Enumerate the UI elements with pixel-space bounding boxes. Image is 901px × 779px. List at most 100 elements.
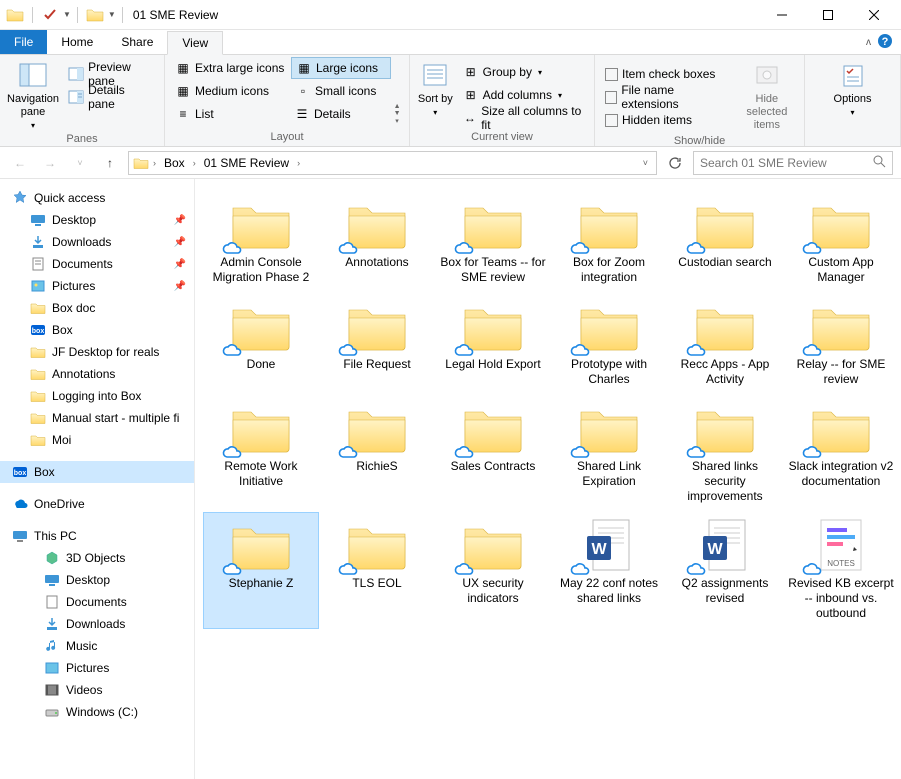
layout-expand[interactable]: ▾: [395, 117, 399, 125]
sidebar-cdrive[interactable]: Windows (C:): [0, 701, 194, 723]
file-item[interactable]: File Request: [319, 293, 435, 395]
file-item[interactable]: Remote Work Initiative: [203, 395, 319, 512]
sidebar-annotations[interactable]: Annotations: [0, 363, 194, 385]
details-pane-button[interactable]: Details pane: [64, 86, 158, 108]
file-item[interactable]: Annotations: [319, 191, 435, 293]
file-name: TLS EOL: [352, 576, 401, 591]
layout-small[interactable]: ▫Small icons: [291, 80, 391, 102]
tab-view[interactable]: View: [167, 31, 223, 55]
sidebar-documents[interactable]: Documents📌: [0, 253, 194, 275]
file-item[interactable]: WQ2 assignments revised: [667, 512, 783, 629]
sidebar-quick-access[interactable]: Quick access: [0, 187, 194, 209]
folder-icon: [341, 297, 413, 357]
layout-scroll-down[interactable]: ▼: [394, 110, 401, 117]
file-item[interactable]: Recc Apps - App Activity: [667, 293, 783, 395]
sidebar-boxdrive[interactable]: boxBox: [0, 461, 194, 483]
sidebar-downloads2[interactable]: Downloads: [0, 613, 194, 635]
file-item[interactable]: TLS EOL: [319, 512, 435, 629]
size-columns-button[interactable]: ↔Size all columns to fit: [459, 107, 588, 129]
sidebar: Quick access Desktop📌 Downloads📌 Documen…: [0, 179, 195, 779]
item-checkboxes-toggle[interactable]: Item check boxes: [601, 63, 732, 85]
file-item[interactable]: Box for Teams -- for SME review: [435, 191, 551, 293]
file-extensions-toggle[interactable]: File name extensions: [601, 86, 732, 108]
file-item[interactable]: Shared links security improvements: [667, 395, 783, 512]
file-name: Box for Zoom integration: [554, 255, 664, 285]
search-input[interactable]: Search 01 SME Review: [693, 151, 893, 175]
file-item[interactable]: WMay 22 conf notes shared links: [551, 512, 667, 629]
file-item[interactable]: Legal Hold Export: [435, 293, 551, 395]
add-columns-button[interactable]: ⊞Add columns▾: [459, 84, 588, 106]
nav-up-button[interactable]: ↑: [98, 151, 122, 175]
file-item[interactable]: RichieS: [319, 395, 435, 512]
minimize-button[interactable]: [759, 0, 805, 30]
sidebar-desktop2[interactable]: Desktop: [0, 569, 194, 591]
sort-by-button[interactable]: Sort by▾: [416, 59, 455, 129]
file-item[interactable]: Box for Zoom integration: [551, 191, 667, 293]
ribbon-collapse-icon[interactable]: ʌ: [866, 37, 871, 48]
layout-details[interactable]: ☰Details: [290, 103, 389, 125]
navigation-pane-button[interactable]: Navigation pane ▾: [6, 59, 60, 131]
hide-selected-button[interactable]: Hide selected items: [736, 59, 798, 133]
file-name: Sales Contracts: [451, 459, 536, 474]
tab-file[interactable]: File: [0, 30, 47, 54]
sidebar-box[interactable]: boxBox: [0, 319, 194, 341]
refresh-button[interactable]: [663, 151, 687, 175]
options-button[interactable]: Options▾: [825, 59, 880, 129]
sidebar-thispc[interactable]: This PC: [0, 525, 194, 547]
tab-share[interactable]: Share: [107, 30, 167, 54]
sidebar-3dobjects[interactable]: 3D Objects: [0, 547, 194, 569]
tab-home[interactable]: Home: [47, 30, 107, 54]
layout-list[interactable]: ≡List: [171, 103, 288, 125]
file-item[interactable]: Custodian search: [667, 191, 783, 293]
file-item[interactable]: NOTESRevised KB excerpt -- inbound vs. o…: [783, 512, 899, 629]
chevron-right-icon[interactable]: ›: [151, 158, 158, 168]
sidebar-manual[interactable]: Manual start - multiple fi: [0, 407, 194, 429]
crumb-box[interactable]: Box: [160, 156, 189, 170]
file-item[interactable]: Custom App Manager: [783, 191, 899, 293]
nav-back-button[interactable]: ←: [8, 151, 32, 175]
nav-forward-button[interactable]: →: [38, 151, 62, 175]
sidebar-pictures2[interactable]: Pictures: [0, 657, 194, 679]
close-button[interactable]: [851, 0, 897, 30]
download-icon: [30, 234, 46, 250]
crumb-leaf[interactable]: 01 SME Review: [200, 156, 293, 170]
sidebar-videos[interactable]: Videos: [0, 679, 194, 701]
file-item[interactable]: UX security indicators: [435, 512, 551, 629]
group-by-button[interactable]: ⊞Group by▾: [459, 61, 588, 83]
file-item[interactable]: Relay -- for SME review: [783, 293, 899, 395]
file-item[interactable]: Shared Link Expiration: [551, 395, 667, 512]
nav-history-button[interactable]: ˅: [68, 151, 92, 175]
chevron-right-icon[interactable]: ›: [295, 158, 302, 168]
document-icon: [30, 256, 46, 272]
sidebar-logging[interactable]: Logging into Box: [0, 385, 194, 407]
layout-large[interactable]: ▦Large icons: [291, 57, 391, 79]
sidebar-desktop[interactable]: Desktop📌: [0, 209, 194, 231]
file-item[interactable]: Done: [203, 293, 319, 395]
file-item[interactable]: Sales Contracts: [435, 395, 551, 512]
sidebar-pictures[interactable]: Pictures📌: [0, 275, 194, 297]
maximize-button[interactable]: [805, 0, 851, 30]
folder-icon: [457, 399, 529, 459]
file-name: File Request: [343, 357, 410, 372]
sidebar-downloads[interactable]: Downloads📌: [0, 231, 194, 253]
breadcrumb[interactable]: › Box › 01 SME Review › ˅: [128, 151, 657, 175]
file-item[interactable]: Admin Console Migration Phase 2: [203, 191, 319, 293]
sidebar-music[interactable]: Music: [0, 635, 194, 657]
file-item[interactable]: Slack integration v2 documentation: [783, 395, 899, 512]
sidebar-documents2[interactable]: Documents: [0, 591, 194, 613]
layout-scroll-up[interactable]: ▲: [394, 103, 401, 110]
layout-extra-large[interactable]: ▦Extra large icons: [171, 57, 289, 79]
breadcrumb-dropdown[interactable]: ˅: [643, 158, 652, 168]
help-icon[interactable]: ?: [877, 33, 893, 52]
hidden-items-toggle[interactable]: Hidden items: [601, 109, 732, 131]
sidebar-onedrive[interactable]: OneDrive: [0, 493, 194, 515]
preview-pane-button[interactable]: Preview pane: [64, 63, 158, 85]
file-item[interactable]: Prototype with Charles: [551, 293, 667, 395]
chevron-right-icon[interactable]: ›: [191, 158, 198, 168]
sidebar-boxdoc[interactable]: Box doc: [0, 297, 194, 319]
file-item[interactable]: Stephanie Z: [203, 512, 319, 629]
sidebar-jf[interactable]: JF Desktop for reals: [0, 341, 194, 363]
layout-medium[interactable]: ▦Medium icons: [171, 80, 289, 102]
sidebar-moi[interactable]: Moi: [0, 429, 194, 451]
checkmark-icon[interactable]: [39, 4, 61, 26]
